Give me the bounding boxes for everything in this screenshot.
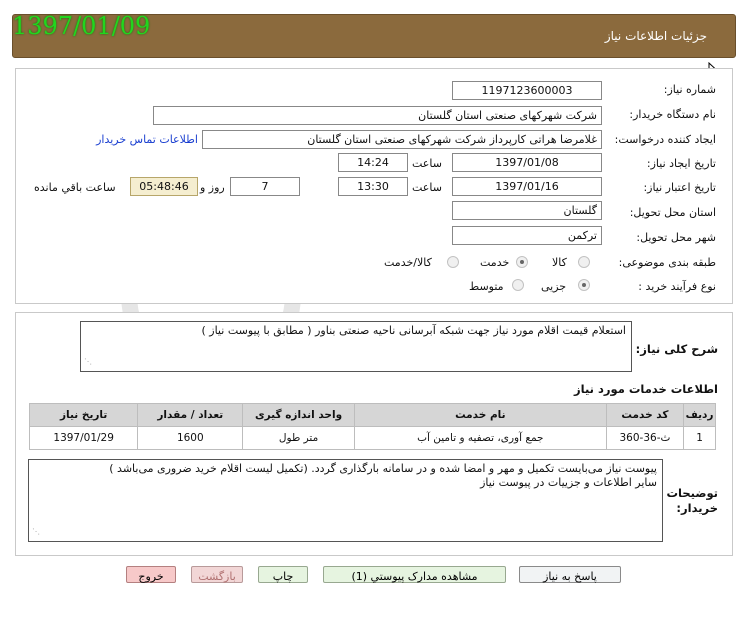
exit-button[interactable]: خروج [126, 566, 176, 583]
category-option-goods: کالا [552, 256, 567, 269]
description-textarea[interactable]: استعلام قیمت اقلام مورد نیاز جهت شبکه آب… [80, 321, 632, 372]
page-title: جزئیات اطلاعات نیاز [604, 29, 707, 43]
province-label: استان محل تحویل: [629, 206, 716, 219]
process-option-medium: متوسط [469, 280, 504, 293]
col-quantity: تعداد / مقدار [137, 403, 244, 427]
cell-quantity: 1600 [137, 426, 244, 450]
cell-service-name: جمع آوری، تصفیه و تامین آب [353, 426, 607, 450]
buyer-contact-link[interactable]: اطلاعات تماس خریدار [96, 133, 198, 146]
need-number-label: شماره نیاز: [663, 83, 716, 96]
description-text: استعلام قیمت اقلام مورد نیاز جهت شبکه آب… [201, 324, 626, 337]
cell-row-number: 1 [683, 426, 716, 450]
cell-unit: متر طول [242, 426, 355, 450]
city-field: ترکمن [452, 226, 602, 245]
created-date-label: تاریخ ایجاد نیاز: [646, 157, 716, 170]
valid-time-field: 13:30 [338, 177, 408, 196]
category-radio-goods-service[interactable] [447, 256, 459, 268]
attachments-button[interactable]: مشاهده مدارک پیوستي (1) [323, 566, 506, 583]
date-stamp: 1397/01/09 [12, 12, 151, 40]
print-button[interactable]: چاپ [258, 566, 308, 583]
table-header-row: ردیف کد خدمت نام خدمت واحد اندازه گیری ت… [28, 403, 716, 427]
cell-need-date: 1397/01/29 [28, 426, 139, 450]
days-label: روز و [200, 181, 225, 194]
process-radio-minor[interactable] [578, 279, 590, 291]
province-field: گلستان [452, 201, 602, 220]
resize-grip-icon: ⋰ [32, 527, 40, 536]
buyer-notes-label: توضیحات خریدار: [666, 486, 719, 515]
requester-field: غلامرضا هراتی کارپرداز شرکت شهرکهای صنعت… [202, 130, 602, 149]
table-row: 1 ث-36-360 جمع آوری، تصفیه و تامین آب مت… [28, 426, 716, 450]
back-button[interactable]: بازگشت [191, 566, 243, 583]
created-time-label: ساعت [412, 157, 442, 170]
valid-time-label: ساعت [412, 181, 442, 194]
valid-date-field: 1397/01/16 [452, 177, 602, 196]
buyer-notes-line-2: سایر اطلاعات و جزییات در پیوست نیاز [480, 476, 657, 489]
created-date-field: 1397/01/08 [452, 153, 602, 172]
category-radio-goods[interactable] [578, 256, 590, 268]
reply-button[interactable]: پاسخ به نیاز [519, 566, 621, 583]
buyer-org-field: شرکت شهرکهای صنعتی استان گلستان [153, 106, 602, 125]
requester-label: ایجاد کننده درخواست: [614, 133, 716, 146]
category-option-goods-service: کالا/خدمت [384, 256, 432, 269]
city-label: شهر محل تحویل: [636, 231, 716, 244]
col-service-name: نام خدمت [353, 403, 607, 427]
services-title: اطلاعات خدمات مورد نیاز [574, 382, 718, 396]
remaining-time-field: 05:48:46 [130, 177, 198, 196]
need-number-field: 1197123600003 [452, 81, 602, 100]
created-time-field: 14:24 [338, 153, 408, 172]
col-need-date: تاریخ نیاز [28, 403, 139, 427]
resize-grip-icon: ⋰ [84, 357, 92, 366]
col-row-number: ردیف [683, 403, 716, 427]
buyer-notes-textarea[interactable]: پیوست نیاز می‌بایست تکمیل و مهر و امضا ش… [28, 459, 663, 542]
valid-date-label: تاریخ اعتبار نیاز: [643, 181, 716, 194]
col-service-code: کد خدمت [605, 403, 685, 427]
cell-service-code: ث-36-360 [605, 426, 685, 450]
buyer-org-label: نام دستگاه خریدار: [629, 108, 716, 121]
remaining-days-field: 7 [230, 177, 300, 196]
category-option-service: خدمت [480, 256, 510, 269]
buyer-notes-line-1: پیوست نیاز می‌بایست تکمیل و مهر و امضا ش… [109, 462, 657, 475]
remaining-label: ساعت باقي مانده [34, 181, 116, 194]
description-label: شرح کلی نیاز: [635, 342, 718, 356]
col-unit: واحد اندازه گیری [242, 403, 355, 427]
process-label: نوع فرآیند خرید : [638, 280, 716, 293]
process-radio-medium[interactable] [512, 279, 524, 291]
services-table: ردیف کد خدمت نام خدمت واحد اندازه گیری ت… [28, 403, 716, 450]
category-label: طبقه بندی موضوعی: [618, 256, 716, 269]
process-option-minor: جزیی [541, 280, 567, 293]
category-radio-service[interactable] [516, 256, 528, 268]
